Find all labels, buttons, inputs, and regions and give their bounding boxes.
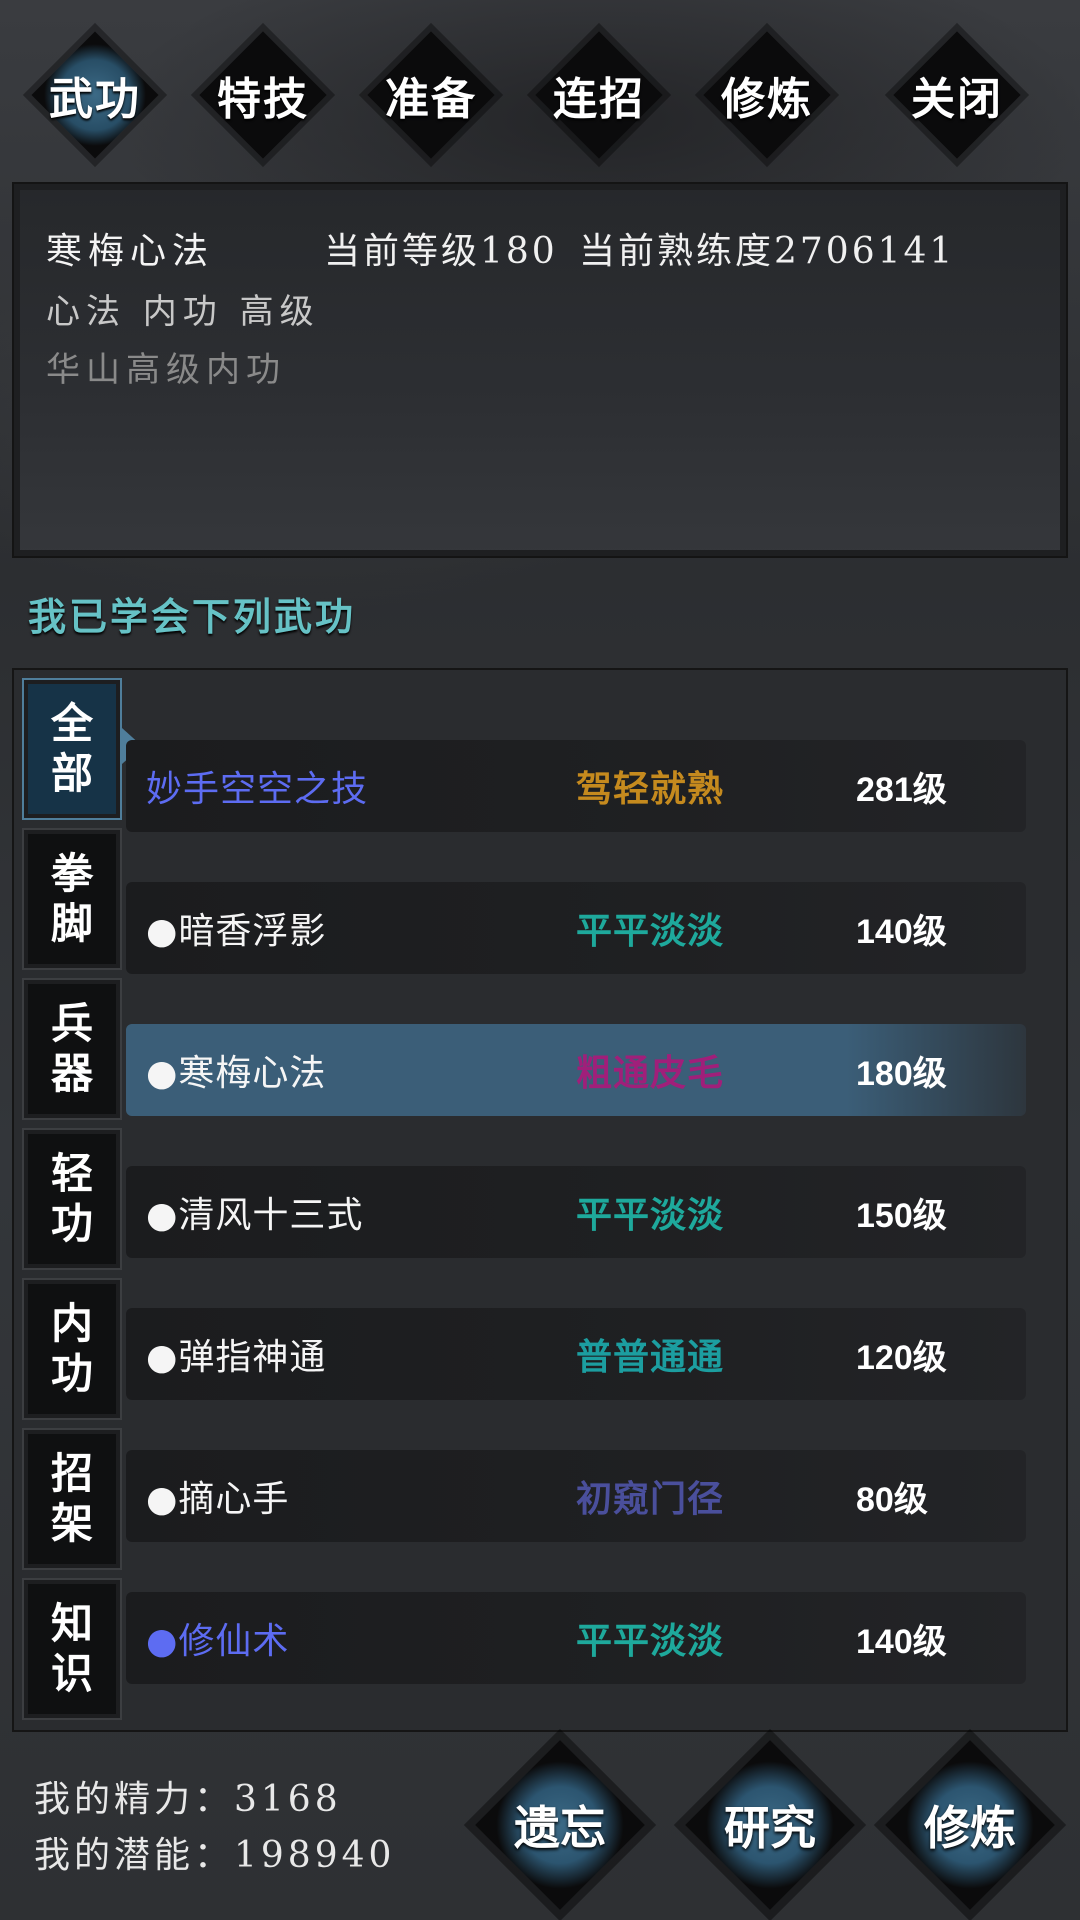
skill-row[interactable]: ●摘心手 初窥门径 80级 bbox=[126, 1450, 1026, 1542]
player-stats: 我的精力：3168 我的潜能：198940 bbox=[34, 1770, 395, 1882]
skill-row[interactable]: ●弹指神通 普普通通 120级 bbox=[126, 1308, 1026, 1400]
category-label: 拳 bbox=[50, 849, 93, 898]
category-all[interactable]: 全 部 bbox=[22, 678, 142, 820]
category-label: 架 bbox=[50, 1499, 93, 1548]
skill-grade: 驾轻就熟 bbox=[576, 768, 725, 810]
category-label: 轻 bbox=[50, 1149, 93, 1198]
category-parry[interactable]: 招 架 bbox=[22, 1428, 122, 1570]
skill-grade: 平平淡淡 bbox=[576, 1620, 725, 1662]
skill-name: ●修仙术 bbox=[146, 1621, 290, 1662]
tab-label: 武功 bbox=[49, 74, 141, 125]
tab-combo[interactable]: 连招 bbox=[524, 20, 674, 170]
category-label: 知 bbox=[50, 1599, 93, 1648]
skill-grade: 普普通通 bbox=[576, 1336, 725, 1378]
category-label: 功 bbox=[50, 1349, 93, 1398]
skill-row[interactable]: ●暗香浮影 平平淡淡 140级 bbox=[126, 882, 1026, 974]
tab-label: 连招 bbox=[553, 74, 645, 125]
category-lightness[interactable]: 轻 功 bbox=[22, 1128, 122, 1270]
skill-level: 120级 bbox=[856, 1339, 947, 1377]
tab-martial-arts[interactable]: 武功 bbox=[20, 20, 170, 170]
tab-close[interactable]: 关闭 bbox=[882, 20, 1032, 170]
category-label: 部 bbox=[50, 749, 93, 798]
skill-list-panel: 全 部 拳 脚 兵 器 轻 功 内 功 招 架 知 识 妙手空空之技 驾轻就熟 … bbox=[12, 668, 1068, 1732]
energy-readout: 我的精力：3168 bbox=[34, 1779, 342, 1820]
skill-info-panel: 寒梅心法 当前等级180 当前熟练度2706141 心法 内功 高级 华山高级内… bbox=[12, 182, 1068, 558]
category-label: 识 bbox=[50, 1649, 93, 1698]
selected-skill-name: 寒梅心法 bbox=[46, 231, 215, 272]
category-label: 脚 bbox=[50, 899, 93, 948]
category-label: 功 bbox=[50, 1199, 93, 1248]
skill-name: ●寒梅心法 bbox=[146, 1053, 327, 1094]
top-tab-bar: 武功 特技 准备 连招 修炼 关闭 bbox=[20, 20, 1060, 170]
skill-row[interactable]: ●修仙术 平平淡淡 140级 bbox=[126, 1592, 1026, 1684]
skill-row-selected[interactable]: ●寒梅心法 粗通皮毛 180级 bbox=[126, 1024, 1026, 1116]
skill-name: ●清风十三式 bbox=[146, 1195, 364, 1236]
skill-grade: 平平淡淡 bbox=[576, 910, 725, 952]
category-inner-skill[interactable]: 内 功 bbox=[22, 1278, 122, 1420]
category-knowledge[interactable]: 知 识 bbox=[22, 1578, 122, 1720]
learned-skills-title: 我已学会下列武功 bbox=[28, 594, 357, 639]
category-fist[interactable]: 拳 脚 bbox=[22, 828, 122, 970]
tab-label: 关闭 bbox=[911, 74, 1003, 125]
current-level: 当前等级180 bbox=[324, 231, 558, 272]
skill-grade: 平平淡淡 bbox=[576, 1194, 725, 1236]
category-weapon[interactable]: 兵 器 bbox=[22, 978, 122, 1120]
category-label: 器 bbox=[50, 1049, 93, 1098]
skill-level: 281级 bbox=[856, 771, 947, 809]
button-label: 遗忘 bbox=[514, 1801, 606, 1855]
potential-readout: 我的潜能：198940 bbox=[34, 1835, 396, 1876]
tab-label: 修炼 bbox=[721, 74, 813, 125]
skill-type: 心法 内功 高级 bbox=[46, 292, 320, 332]
forget-button[interactable]: 遗忘 bbox=[470, 1735, 650, 1915]
skill-row[interactable]: ●清风十三式 平平淡淡 150级 bbox=[126, 1166, 1026, 1258]
research-button[interactable]: 研究 bbox=[680, 1735, 860, 1915]
skill-name: 妙手空空之技 bbox=[146, 769, 369, 810]
category-label: 内 bbox=[50, 1299, 93, 1348]
tab-cultivate[interactable]: 修炼 bbox=[692, 20, 842, 170]
category-label: 全 bbox=[50, 699, 93, 748]
category-label: 招 bbox=[50, 1449, 93, 1498]
skill-row[interactable]: 妙手空空之技 驾轻就熟 281级 bbox=[126, 740, 1026, 832]
skill-grade: 初窥门径 bbox=[576, 1478, 725, 1520]
skill-level: 150级 bbox=[856, 1197, 947, 1235]
tab-prepare[interactable]: 准备 bbox=[356, 20, 506, 170]
button-label: 修炼 bbox=[924, 1801, 1016, 1855]
category-label: 兵 bbox=[50, 999, 93, 1048]
skill-level: 180级 bbox=[856, 1055, 947, 1093]
skill-name: ●弹指神通 bbox=[146, 1337, 327, 1378]
current-proficiency: 当前熟练度2706141 bbox=[579, 231, 956, 272]
skill-level: 140级 bbox=[856, 913, 947, 951]
cultivate-button[interactable]: 修炼 bbox=[880, 1735, 1060, 1915]
skill-level: 80级 bbox=[856, 1481, 928, 1519]
tab-label: 准备 bbox=[385, 74, 477, 125]
skill-description: 华山高级内功 bbox=[46, 350, 286, 390]
skill-name: ●摘心手 bbox=[146, 1479, 290, 1520]
skill-list: 妙手空空之技 驾轻就熟 281级 ●暗香浮影 平平淡淡 140级 ●寒梅心法 粗… bbox=[126, 670, 1056, 1730]
tab-special-skills[interactable]: 特技 bbox=[188, 20, 338, 170]
skill-grade: 粗通皮毛 bbox=[576, 1052, 725, 1094]
skill-name: ●暗香浮影 bbox=[146, 911, 327, 952]
button-label: 研究 bbox=[724, 1801, 816, 1855]
skill-level: 140级 bbox=[856, 1623, 947, 1661]
tab-label: 特技 bbox=[217, 74, 309, 125]
